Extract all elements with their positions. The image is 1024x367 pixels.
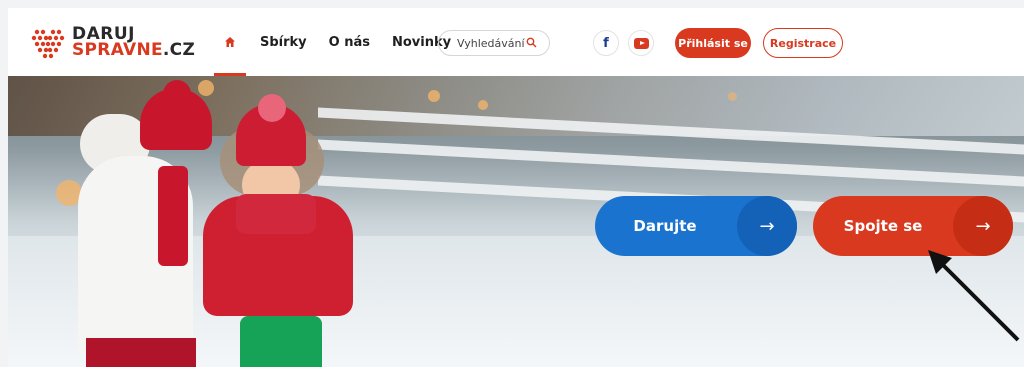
site-header: DARUJ SPRAVNE.CZ Sbírky O nás Novinky Vy… — [8, 8, 1024, 76]
home-icon — [225, 37, 235, 47]
youtube-icon — [633, 37, 649, 49]
login-button[interactable]: Přihlásit se — [675, 28, 751, 58]
site-logo[interactable]: DARUJ SPRAVNE.CZ — [30, 24, 195, 60]
logo-line2: SPRAVNE.CZ — [72, 40, 196, 60]
donate-label: Darujte — [633, 217, 697, 235]
donate-button[interactable]: Darujte → — [595, 196, 797, 256]
bokeh-light — [198, 80, 214, 96]
youtube-link[interactable] — [628, 30, 654, 56]
connect-button[interactable]: Spojte se → — [813, 196, 1013, 256]
child-right-pants — [240, 316, 322, 367]
facebook-icon: f — [603, 35, 609, 51]
search-icon[interactable] — [526, 37, 537, 48]
heart-dots-icon — [31, 29, 65, 59]
bokeh-light — [728, 92, 737, 101]
logo-line2-main: SPRAVNE — [72, 40, 163, 60]
arrow-right-icon: → — [953, 196, 1013, 256]
facebook-link[interactable]: f — [593, 30, 619, 56]
child-right-pompom — [258, 94, 286, 122]
bokeh-light — [428, 90, 440, 102]
child-left-skirt — [86, 338, 196, 367]
search-input[interactable]: Vyhledávání — [438, 30, 550, 56]
nav-item-o-nas[interactable]: O nás — [329, 35, 370, 50]
nav-home[interactable] — [214, 8, 246, 76]
bokeh-light — [478, 100, 488, 110]
register-button[interactable]: Registrace — [763, 28, 843, 58]
logo-line2-suffix: .CZ — [162, 40, 196, 60]
nav-item-sbirky[interactable]: Sbírky — [260, 35, 307, 50]
logo-text: DARUJ SPRAVNE.CZ — [72, 26, 196, 60]
child-right-scarf — [236, 194, 316, 234]
search-placeholder: Vyhledávání — [457, 36, 525, 50]
main-nav: Sbírky O nás Novinky — [214, 8, 451, 76]
child-left-pompom — [163, 80, 191, 108]
child-left-scarf — [158, 166, 188, 266]
connect-label: Spojte se — [843, 217, 923, 235]
hero-banner: Darujte → Spojte se → — [8, 76, 1024, 367]
arrow-right-icon: → — [737, 196, 797, 256]
